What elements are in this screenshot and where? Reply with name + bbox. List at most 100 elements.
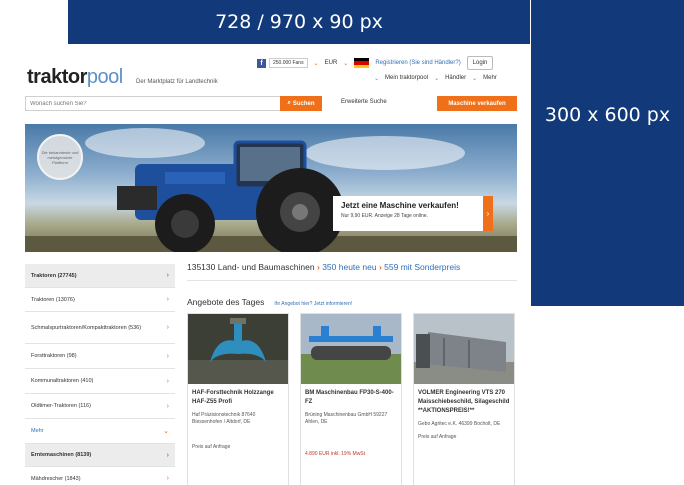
logo-accent-text: pool	[86, 66, 123, 88]
offer-card[interactable]: VOLMER Engineering VTS 270 Maisschiebesc…	[413, 313, 515, 485]
chevron-right-icon: ›	[166, 402, 169, 410]
sidebar-item-label: Oldtimer-Traktoren (116)	[31, 403, 91, 409]
offers-info-link[interactable]: Ihr Angebot hier? Jetzt informieren!	[274, 301, 352, 307]
chevron-down-icon: ⌄	[163, 428, 169, 435]
chevron-right-icon: ›	[316, 262, 320, 272]
search-input[interactable]	[25, 96, 281, 111]
silage-blade-photo	[414, 314, 514, 384]
sell-promo-box[interactable]: Jetzt eine Maschine verkaufen! Nur 9,90 …	[333, 196, 483, 231]
top-banner-ad-placeholder: 728 / 970 x 90 px	[68, 0, 530, 44]
chevron-down-icon: ⌄	[374, 76, 380, 82]
chevron-down-icon: ⌄	[313, 60, 319, 67]
site-tagline: Der Marktplatz für Landtechnik	[136, 79, 218, 85]
chevron-right-icon: ›	[166, 377, 169, 385]
site-logo[interactable]: traktorpool	[27, 66, 123, 89]
facebook-widget[interactable]: f 250.000 Fans	[257, 58, 308, 68]
chevron-right-icon: ›	[166, 324, 169, 331]
offer-price: Preis auf Anfrage	[192, 444, 231, 450]
sidebar-item-forsttraktoren[interactable]: Forsttraktoren (98) ›	[25, 344, 175, 369]
search-button-label: Suchen	[292, 100, 315, 107]
tractor-illustration	[25, 140, 517, 252]
offer-price: 4.890 EUR inkl. 19% MwSt	[305, 451, 366, 457]
log-grapple-photo	[188, 314, 288, 384]
promo-subtitle: Nur 9,90 EUR. Anzeige 28 Tage online.	[341, 213, 428, 219]
offers-title: Angebote des Tages	[187, 297, 265, 307]
offer-image	[188, 314, 288, 384]
sidebar-item-maehdrescher[interactable]: Mähdrescher (1843) ›	[25, 467, 175, 485]
offer-title: BM Maschinenbau FP30-S-400-FZ	[305, 390, 394, 405]
sidebar-item-mehr[interactable]: Mehr ⌄	[25, 419, 175, 444]
chevron-right-icon: ›	[166, 475, 169, 482]
facebook-fan-count: 250.000 Fans	[269, 58, 308, 68]
chevron-right-icon[interactable]: ›	[483, 196, 493, 231]
sidebar-item-label: Erntemaschinen (8139)	[31, 452, 92, 458]
offer-dealer: Gebo Agritec e.K. 46399 Bocholt, DE	[418, 421, 501, 427]
new-today-link[interactable]: 350 heute neu	[322, 262, 376, 272]
offer-title: VOLMER Engineering VTS 270 Maisschiebesc…	[418, 390, 510, 414]
chevron-right-icon: ›	[166, 272, 169, 279]
sidebar-item-oldtimer-traktoren[interactable]: Oldtimer-Traktoren (116) ›	[25, 394, 175, 419]
quality-seal-text: Die bekannteste und meistgenutzte Plattf…	[41, 149, 79, 165]
chevron-down-icon: ⌄	[343, 60, 349, 67]
header-topbar: f 250.000 Fans ⌄ EUR ⌄ Registrieren (Sie…	[257, 56, 494, 70]
advanced-search-link[interactable]: Erweiterte Suche	[341, 99, 387, 105]
sidebar-item-traktoren[interactable]: Traktoren (13076) ›	[25, 288, 175, 312]
nav-haendler[interactable]: Händler	[445, 75, 466, 82]
category-sidebar: Traktoren (27745) › Traktoren (13076) › …	[25, 264, 175, 485]
chevron-right-icon: ›	[166, 451, 169, 459]
roller-photo	[301, 314, 401, 384]
offer-price: Preis auf Anfrage	[418, 434, 457, 440]
sidebar-item-label: Kommunaltraktoren (410)	[31, 378, 94, 384]
facebook-icon: f	[257, 58, 266, 68]
top-banner-ad-label: 728 / 970 x 90 px	[215, 11, 383, 33]
sidebar-item-label: Traktoren (13076)	[31, 296, 75, 303]
quality-seal-badge: Die bekannteste und meistgenutzte Plattf…	[37, 134, 83, 180]
offer-card[interactable]: HAF-Forsttechnik Holzzange HAF-Z55 Profi…	[187, 313, 289, 485]
offer-dealer: Haf Präzisionstechnik 87640 Biessenhofen…	[192, 412, 256, 425]
nav-mein-traktorpool[interactable]: Mein traktorpool	[385, 75, 428, 82]
offer-cards: HAF-Forsttechnik Holzzange HAF-Z55 Profi…	[187, 313, 517, 485]
offer-body: BM Maschinenbau FP30-S-400-FZ Brüning Ma…	[301, 384, 401, 462]
hero-banner[interactable]: Die bekannteste und meistgenutzte Plattf…	[25, 124, 517, 252]
offer-card[interactable]: BM Maschinenbau FP30-S-400-FZ Brüning Ma…	[300, 313, 402, 485]
offer-title: HAF-Forsttechnik Holzzange HAF-Z55 Profi	[192, 390, 274, 405]
register-link[interactable]: Registrieren (Sie sind Händler?)	[375, 60, 460, 66]
website-frame: traktorpool Der Marktplatz für Landtechn…	[22, 44, 530, 485]
login-button[interactable]: Login	[466, 56, 494, 70]
main-content: 135130 Land- und Baumaschinen › 350 heut…	[187, 262, 517, 485]
german-flag-icon[interactable]	[354, 58, 370, 68]
listing-total: 135130 Land- und Baumaschinen	[187, 262, 315, 272]
sidebar-item-schmalspurtraktoren[interactable]: Schmalspurtraktoren/Kompakttraktoren (53…	[25, 312, 175, 344]
offer-body: HAF-Forsttechnik Holzzange HAF-Z55 Profi…	[188, 384, 288, 455]
promo-title: Jetzt eine Maschine verkaufen!	[341, 201, 459, 210]
search-button[interactable]: ⌕ Suchen	[280, 96, 322, 111]
offer-dealer: Brüning Maschinenbau GmbH 59227 Ahlen, D…	[305, 412, 388, 425]
sidebar-item-label: Mehr	[31, 428, 44, 434]
listing-count: 135130 Land- und Baumaschinen › 350 heut…	[187, 262, 517, 281]
special-price-link[interactable]: 559 mit Sonderpreis	[384, 262, 460, 272]
sell-machine-button[interactable]: Maschine verkaufen	[437, 96, 517, 111]
right-skyscraper-ad-placeholder: 300 x 600 px	[531, 0, 684, 306]
header-nav: ⌄ Mein traktorpool ⌄ Händler ⌄ Mehr	[374, 75, 497, 82]
chevron-down-icon: ⌄	[472, 76, 478, 82]
offers-header: Angebote des Tages Ihr Angebot hier? Jet…	[187, 297, 517, 307]
sidebar-item-traktoren-header[interactable]: Traktoren (27745) ›	[25, 264, 175, 288]
logo-main-text: traktor	[27, 66, 87, 88]
right-ad-label: 300 x 600 px	[544, 104, 671, 126]
search-icon: ⌕	[287, 100, 291, 106]
offer-image	[301, 314, 401, 384]
nav-mehr[interactable]: Mehr	[483, 75, 497, 82]
chevron-right-icon: ›	[378, 262, 382, 272]
offer-image	[414, 314, 514, 384]
chevron-right-icon: ›	[166, 352, 169, 360]
offer-body: VOLMER Engineering VTS 270 Maisschiebesc…	[414, 384, 514, 445]
sidebar-item-kommunaltraktoren[interactable]: Kommunaltraktoren (410) ›	[25, 369, 175, 394]
chevron-down-icon: ⌄	[434, 76, 440, 82]
chevron-right-icon: ›	[166, 296, 169, 303]
search-bar: ⌕ Suchen Erweiterte Suche Maschine verka…	[25, 96, 517, 111]
sidebar-item-label: Schmalspurtraktoren/Kompakttraktoren (53…	[31, 324, 142, 331]
currency-select[interactable]: EUR	[325, 60, 338, 66]
sidebar-item-erntemaschinen-header[interactable]: Erntemaschinen (8139) ›	[25, 444, 175, 467]
sidebar-item-label: Mähdrescher (1843)	[31, 475, 81, 482]
sidebar-item-label: Forsttraktoren (98)	[31, 353, 77, 359]
